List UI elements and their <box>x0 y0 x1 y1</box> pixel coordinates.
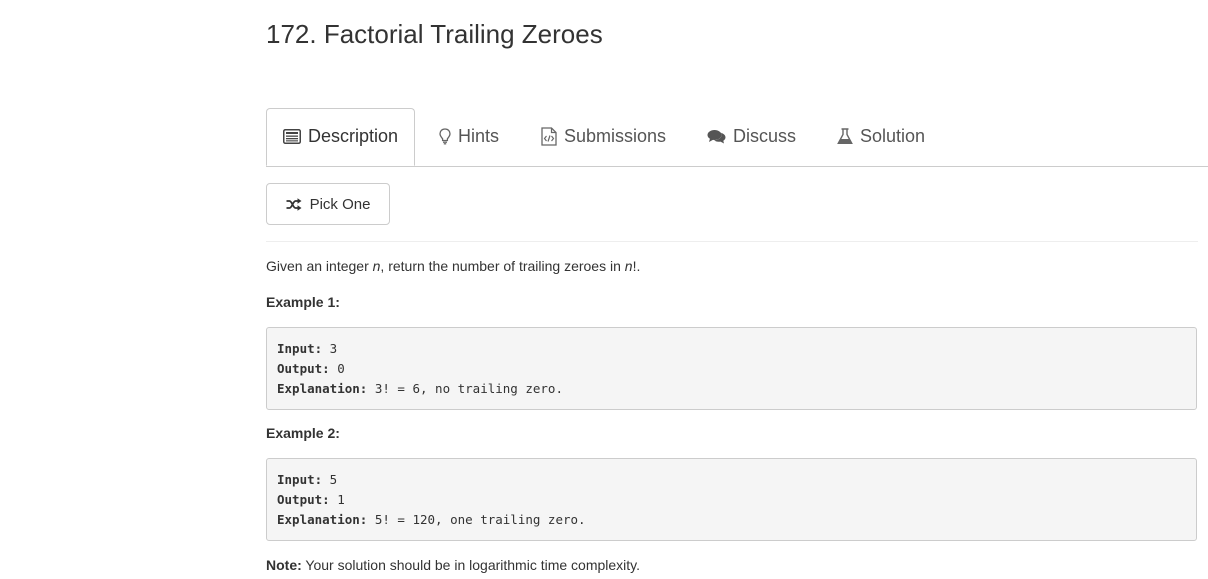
input-value: 3 <box>322 341 338 356</box>
output-value: 1 <box>329 492 345 507</box>
comments-icon <box>707 129 726 144</box>
tab-description[interactable]: Description <box>266 108 415 166</box>
example-output-line: Output: 0 <box>277 359 1186 379</box>
explanation-key: Explanation: <box>277 381 368 396</box>
output-value: 0 <box>329 361 345 376</box>
explanation-value: 5! = 120, one trailing zero. <box>367 512 586 527</box>
page-title: 172. Factorial Trailing Zeroes <box>266 19 603 49</box>
description-text: . <box>636 258 641 274</box>
pick-one-label: Pick One <box>309 195 371 213</box>
tab-label: Submissions <box>564 126 667 146</box>
output-key: Output: <box>277 361 330 376</box>
explanation-key: Explanation: <box>277 512 368 527</box>
lightbulb-icon <box>439 128 451 145</box>
tab-label: Discuss <box>733 126 797 146</box>
note-text: Your solution should be in logarithmic t… <box>301 557 641 573</box>
example-2-heading: Example 2: <box>266 425 340 441</box>
description-text: , return the number of trailing zeroes i… <box>380 258 625 274</box>
problem-page: 172. Factorial Trailing Zeroes Descripti… <box>0 0 1208 579</box>
tab-submissions[interactable]: Submissions <box>541 108 666 165</box>
example-input-line: Input: 3 <box>277 339 1186 359</box>
variable-n: n <box>624 258 633 274</box>
input-key: Input: <box>277 341 323 356</box>
complexity-note: Note: Your solution should be in logarit… <box>266 556 640 574</box>
shuffle-icon <box>286 197 302 211</box>
tab-solution[interactable]: Solution <box>837 108 925 165</box>
input-key: Input: <box>277 472 323 487</box>
tab-discuss[interactable]: Discuss <box>707 108 796 165</box>
problem-description: Given an integer n, return the number of… <box>266 257 640 275</box>
description-text: Given an integer <box>266 258 373 274</box>
code-file-icon <box>541 127 557 146</box>
example-1-code-block: Input: 3 Output: 0 Explanation: 3! = 6, … <box>266 327 1197 410</box>
pick-one-button[interactable]: Pick One <box>266 183 390 225</box>
tab-bar: Description Hints Submissions Discuss So… <box>266 108 1208 167</box>
example-explanation-line: Explanation: 5! = 120, one trailing zero… <box>277 510 1186 530</box>
explanation-value: 3! = 6, no trailing zero. <box>367 381 563 396</box>
note-key: Note: <box>266 557 302 573</box>
example-1-heading: Example 1: <box>266 294 340 310</box>
tab-label: Description <box>307 126 399 146</box>
output-key: Output: <box>277 492 330 507</box>
divider <box>266 241 1198 242</box>
example-input-line: Input: 5 <box>277 470 1186 490</box>
list-icon <box>282 129 301 144</box>
flask-icon <box>837 128 853 145</box>
tab-label: Hints <box>458 126 500 146</box>
tab-hints[interactable]: Hints <box>439 108 499 165</box>
example-explanation-line: Explanation: 3! = 6, no trailing zero. <box>277 379 1186 399</box>
example-output-line: Output: 1 <box>277 490 1186 510</box>
input-value: 5 <box>322 472 338 487</box>
tab-label: Solution <box>860 126 926 146</box>
example-2-code-block: Input: 5 Output: 1 Explanation: 5! = 120… <box>266 458 1197 541</box>
